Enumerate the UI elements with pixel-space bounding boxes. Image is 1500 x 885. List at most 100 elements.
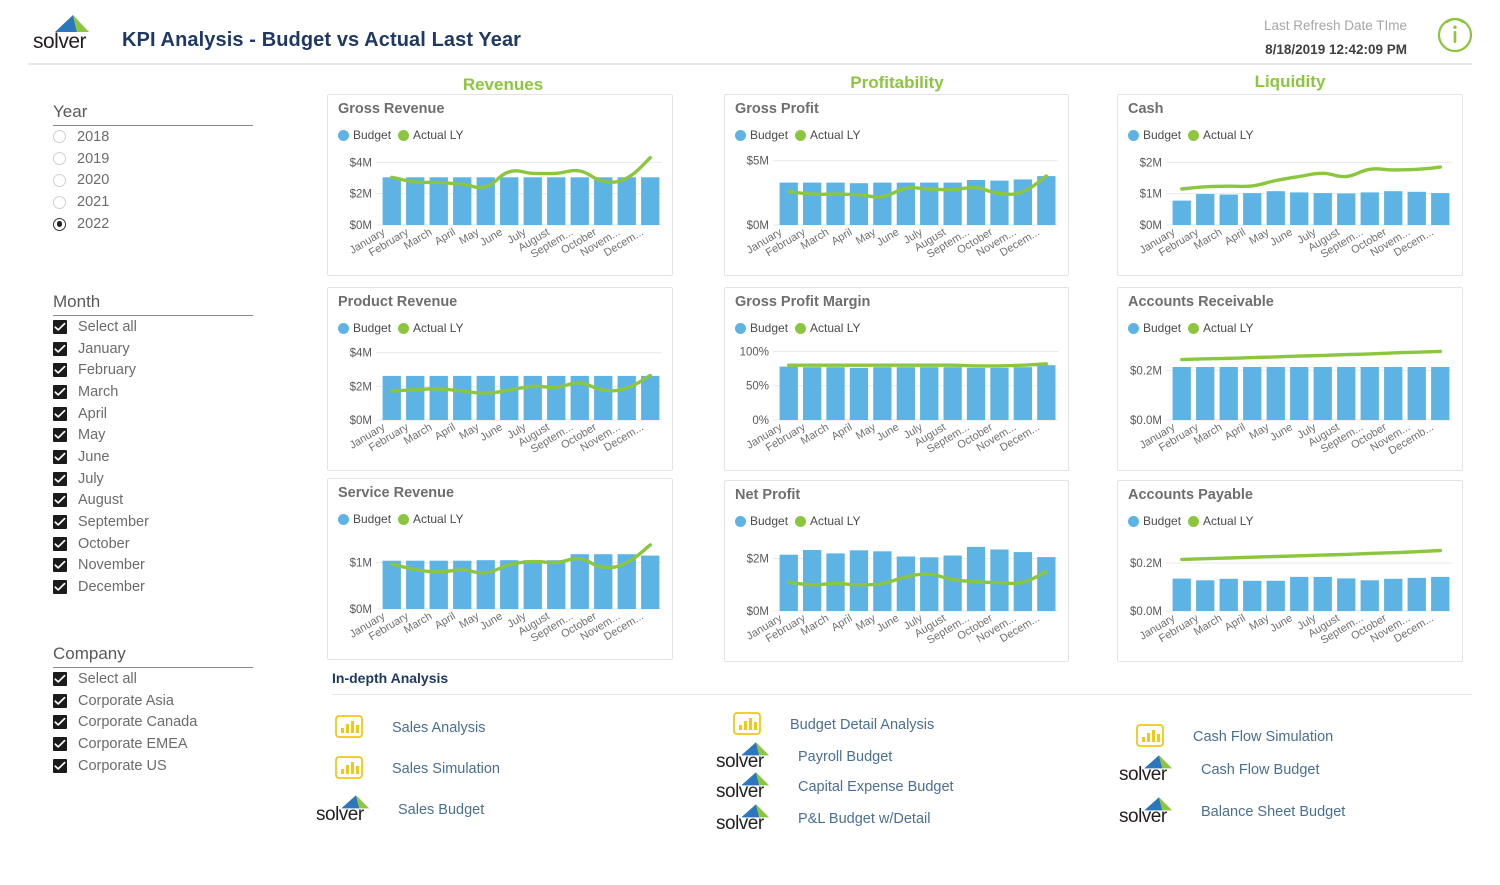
bar-budget[interactable]: [1431, 193, 1450, 225]
bar-budget[interactable]: [1290, 192, 1309, 225]
bar-budget[interactable]: [1013, 179, 1032, 225]
legend-item-budget[interactable]: Budget: [338, 512, 391, 526]
bar-budget[interactable]: [1313, 193, 1332, 225]
bar-budget[interactable]: [641, 555, 660, 609]
radio-icon[interactable]: [53, 195, 66, 209]
bar-budget[interactable]: [406, 375, 425, 420]
month-option-november[interactable]: November: [53, 555, 263, 577]
bar-budget[interactable]: [826, 367, 845, 420]
year-option-2022[interactable]: 2022: [53, 213, 263, 235]
bar-budget[interactable]: [1243, 193, 1262, 225]
bar-budget[interactable]: [1407, 191, 1426, 225]
legend-item-actual[interactable]: Actual LY: [1188, 514, 1254, 528]
checkbox-icon[interactable]: [53, 558, 67, 573]
legend-item-actual[interactable]: Actual LY: [795, 514, 861, 528]
legend-item-budget[interactable]: Budget: [1128, 321, 1181, 335]
checkbox-icon[interactable]: [53, 758, 67, 773]
radio-icon[interactable]: [53, 217, 66, 231]
chart-card-gross-revenue[interactable]: Gross Revenue Budget Actual LY $0M $2M $4M Jan…: [327, 94, 673, 276]
bar-budget[interactable]: [570, 554, 589, 609]
checkbox-icon[interactable]: [53, 406, 67, 421]
bar-budget[interactable]: [1266, 191, 1285, 225]
radio-icon[interactable]: [53, 173, 66, 187]
bar-budget[interactable]: [1407, 367, 1426, 420]
radio-icon[interactable]: [53, 130, 66, 144]
chart-card-gross-profit-margin[interactable]: Gross Profit Margin Budget Actual LY 0% 50% 1…: [724, 287, 1069, 471]
chart-card-cash[interactable]: Cash Budget Actual LY $0M $1M $2M January Febru…: [1117, 94, 1463, 276]
bar-budget[interactable]: [1360, 367, 1379, 420]
bar-budget[interactable]: [594, 554, 613, 609]
indepth-link-cash-flow-budget[interactable]: solver Cash Flow Budget: [1119, 755, 1319, 785]
month-option-october[interactable]: October: [53, 533, 263, 555]
bar-budget[interactable]: [523, 560, 542, 609]
legend-item-budget[interactable]: Budget: [1128, 514, 1181, 528]
bar-budget[interactable]: [803, 367, 822, 420]
checkbox-icon[interactable]: [53, 341, 67, 356]
bar-budget[interactable]: [382, 560, 401, 609]
bar-budget[interactable]: [1431, 367, 1450, 420]
legend-item-budget[interactable]: Budget: [735, 514, 788, 528]
checkbox-icon[interactable]: [53, 671, 67, 686]
checkbox-icon[interactable]: [53, 449, 67, 464]
bar-budget[interactable]: [1219, 578, 1238, 611]
legend-item-actual[interactable]: Actual LY: [795, 128, 861, 142]
bar-budget[interactable]: [1266, 367, 1285, 420]
bar-budget[interactable]: [547, 177, 566, 225]
bar-budget[interactable]: [779, 182, 798, 225]
chart-card-product-revenue[interactable]: Product Revenue Budget Actual LY $0M $2M $4M J…: [327, 287, 673, 471]
bar-budget[interactable]: [1384, 367, 1403, 420]
bar-budget[interactable]: [1407, 577, 1426, 611]
bar-budget[interactable]: [453, 375, 472, 420]
info-circle-icon[interactable]: [1435, 14, 1475, 54]
year-option-2018[interactable]: 2018: [53, 126, 263, 148]
bar-budget[interactable]: [1313, 367, 1332, 420]
legend-item-budget[interactable]: Budget: [1128, 128, 1181, 142]
bar-budget[interactable]: [1037, 365, 1056, 420]
bar-budget[interactable]: [1431, 576, 1450, 611]
company-option-corporate-asia[interactable]: Corporate Asia: [53, 690, 263, 712]
bar-budget[interactable]: [896, 556, 915, 612]
chart-card-gross-profit[interactable]: Gross Profit Budget Actual LY $0M $5M January…: [724, 94, 1069, 276]
bar-budget[interactable]: [849, 550, 869, 611]
bar-budget[interactable]: [873, 367, 892, 420]
bar-budget[interactable]: [1219, 367, 1238, 420]
bar-budget[interactable]: [1172, 578, 1191, 611]
bar-budget[interactable]: [1219, 194, 1238, 225]
indepth-link-cash-flow-simulation[interactable]: Cash Flow Simulation: [1133, 722, 1333, 752]
bar-budget[interactable]: [476, 560, 495, 609]
legend-item-actual[interactable]: Actual LY: [1188, 321, 1254, 335]
bar-budget[interactable]: [943, 555, 962, 612]
bar-budget[interactable]: [453, 560, 472, 609]
indepth-link-capital-expense-budget[interactable]: solver Capital Expense Budget: [716, 772, 954, 802]
legend-item-budget[interactable]: Budget: [338, 321, 391, 335]
year-option-2019[interactable]: 2019: [53, 148, 263, 170]
indepth-link-sales-budget[interactable]: solver Sales Budget: [316, 795, 484, 825]
bar-budget[interactable]: [476, 375, 495, 420]
bar-budget[interactable]: [1037, 176, 1056, 225]
month-option-february[interactable]: February: [53, 359, 263, 381]
bar-budget[interactable]: [429, 560, 448, 609]
indepth-link-budget-detail-analysis[interactable]: Budget Detail Analysis: [730, 710, 934, 740]
bar-budget[interactable]: [547, 560, 566, 609]
bar-budget[interactable]: [500, 375, 519, 420]
legend-item-budget[interactable]: Budget: [338, 128, 391, 142]
bar-budget[interactable]: [1196, 580, 1215, 611]
legend-item-budget[interactable]: Budget: [735, 321, 788, 335]
bar-budget[interactable]: [920, 367, 939, 420]
bar-budget[interactable]: [406, 177, 425, 225]
bar-budget[interactable]: [966, 546, 986, 611]
company-option-corporate-canada[interactable]: Corporate Canada: [53, 711, 263, 733]
bar-budget[interactable]: [826, 182, 845, 225]
bar-budget[interactable]: [849, 183, 869, 225]
bar-budget[interactable]: [641, 375, 660, 420]
bar-budget[interactable]: [1196, 367, 1215, 420]
year-option-2021[interactable]: 2021: [53, 191, 263, 213]
legend-item-actual[interactable]: Actual LY: [1188, 128, 1254, 142]
checkbox-icon[interactable]: [53, 363, 67, 378]
bar-budget[interactable]: [594, 177, 613, 225]
bar-budget[interactable]: [990, 549, 1009, 612]
bar-budget[interactable]: [500, 177, 519, 225]
bar-budget[interactable]: [990, 367, 1009, 420]
indepth-link-sales-simulation[interactable]: Sales Simulation: [332, 754, 500, 784]
chart-card-accounts-payable[interactable]: Accounts Payable Budget Actual LY $0.0M $0.2…: [1117, 480, 1463, 662]
